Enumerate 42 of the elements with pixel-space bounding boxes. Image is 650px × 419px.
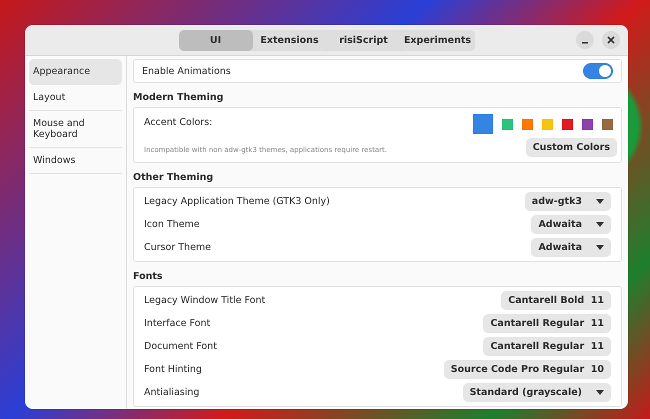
sidebar-item[interactable]: Windows [29,148,122,174]
row-label: Accent Colors: [144,117,214,128]
row-label: Document Font [144,341,217,352]
row-label: Legacy Window Title Font [144,295,266,306]
color-swatch[interactable] [602,118,613,130]
color-swatch[interactable] [522,118,533,130]
font-button[interactable]: Source Code Pro Regular 10 [444,360,611,379]
dropdown[interactable]: Adwaita [531,215,611,234]
row-label: Icon Theme [144,219,200,230]
font-button[interactable]: Cantarell Regular 11 [483,314,611,333]
caret-icon [596,222,604,227]
color-swatch[interactable] [502,118,513,130]
sidebar-item[interactable]: Layout [29,85,122,111]
color-swatch[interactable] [542,118,553,130]
color-swatch[interactable] [473,114,493,134]
row-label: Enable Animations [142,66,231,76]
caret-icon [596,245,604,250]
color-swatch[interactable] [582,118,593,130]
font-button[interactable]: Cantarell Regular 11 [483,337,611,356]
dropdown[interactable]: adw-gtk3 [524,192,611,211]
close-button[interactable] [602,31,620,49]
dropdown[interactable]: Adwaita [531,238,611,257]
sidebar-item[interactable]: Appearance [29,59,122,85]
close-icon [607,36,615,44]
font-button[interactable]: Cantarell Bold 11 [501,291,611,310]
sidebar-item[interactable]: Mouse and Keyboard [29,111,122,148]
caret-icon [596,199,604,204]
toggle-switch[interactable] [583,63,613,79]
tab[interactable]: UI [178,30,252,50]
row-label: Cursor Theme [144,242,212,253]
section-heading: Modern Theming [133,92,224,103]
row-label: Interface Font [144,318,210,329]
caret-icon [596,390,604,395]
dropdown[interactable]: Standard (grayscale) [462,383,611,402]
row-label: Font Hinting [144,364,202,375]
color-swatch[interactable] [562,118,573,130]
section-heading: Other Theming [133,172,214,183]
row-label: Antialiasing [144,387,200,398]
minimize-button[interactable] [576,31,594,49]
row-label: Legacy Application Theme (GTK3 Only) [144,196,330,207]
custom-colors-button[interactable]: Custom Colors [526,138,617,157]
section-heading: Fonts [133,271,164,282]
